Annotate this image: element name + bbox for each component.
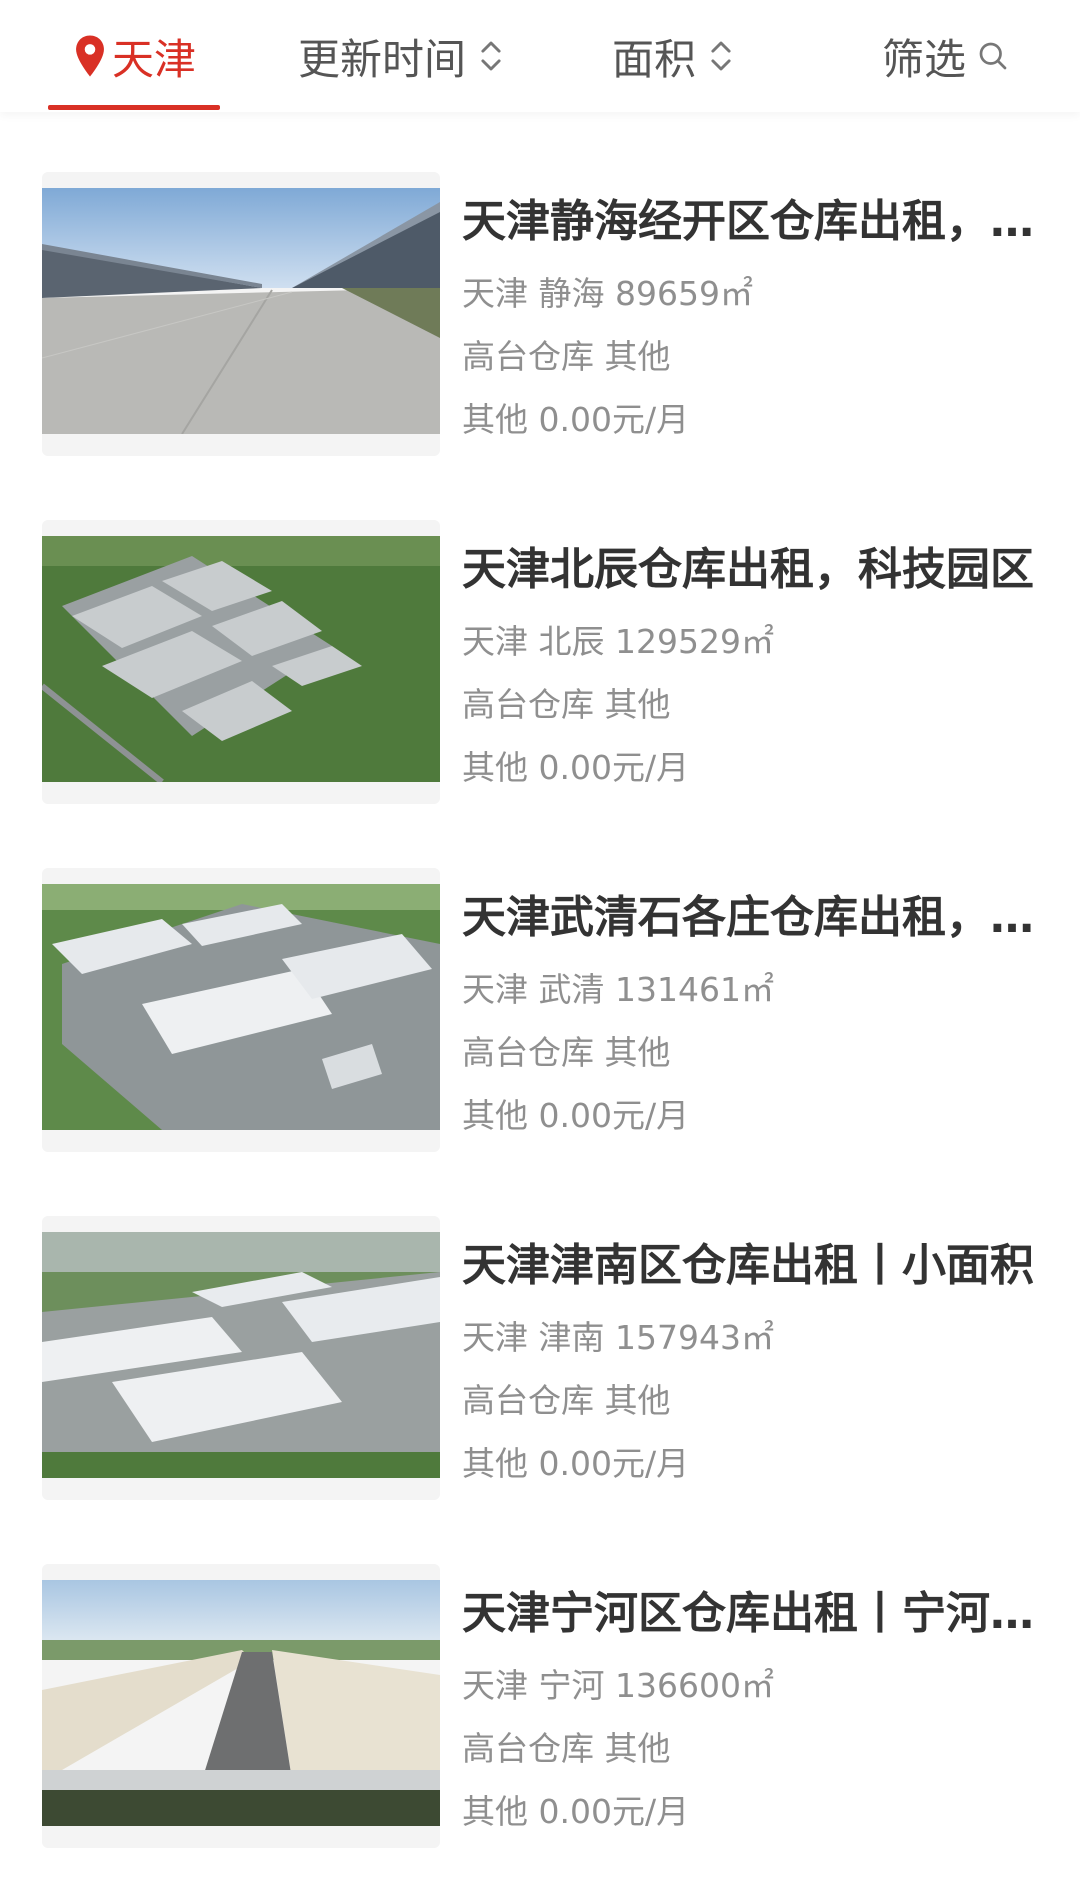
listing-card[interactable]: 天津武清石各庄仓库出租，高标库 天津 武清 131461㎡ 高台仓库 其他 其他… xyxy=(42,868,1042,1152)
listing-title: 天津静海经开区仓库出租，现房 xyxy=(462,196,1042,247)
sort-arrows-icon xyxy=(481,41,501,71)
listing-location-area: 天津 津南 157943㎡ xyxy=(462,1318,774,1357)
listing-type: 高台仓库 其他 xyxy=(462,1033,671,1072)
warehouse-aerial-photo xyxy=(42,520,440,804)
sort-by-update-time-tab[interactable]: 更新时间 xyxy=(298,0,504,112)
listing-price: 其他 0.00元/月 xyxy=(462,1096,690,1135)
listing-card[interactable]: 天津宁河区仓库出租丨宁河物流园 天津 宁河 136600㎡ 高台仓库 其他 其他… xyxy=(42,1564,1042,1848)
search-icon xyxy=(979,42,1007,70)
listing-location-area: 天津 武清 131461㎡ xyxy=(462,970,774,1009)
listing-location-area: 天津 北辰 129529㎡ xyxy=(462,622,774,661)
listing-card[interactable]: 天津北辰仓库出租，科技园区 天津 北辰 129529㎡ 高台仓库 其他 其他 0… xyxy=(42,520,1042,804)
listing-price: 其他 0.00元/月 xyxy=(462,1792,690,1831)
listing-title: 天津宁河区仓库出租丨宁河物流园 xyxy=(462,1588,1042,1639)
filter-tab[interactable]: 筛选 xyxy=(882,0,1008,112)
sort-area-label: 面积 xyxy=(612,34,697,84)
active-tab-underline xyxy=(48,105,220,110)
listing-price: 其他 0.00元/月 xyxy=(462,748,690,787)
warehouse-yard-photo xyxy=(42,172,440,456)
listing-type: 高台仓库 其他 xyxy=(462,1381,671,1420)
filter-label: 筛选 xyxy=(882,34,967,84)
sort-arrows-icon xyxy=(711,41,731,71)
warehouse-aerial-photo xyxy=(42,868,440,1152)
listing-title: 天津津南区仓库出租丨小面积 xyxy=(462,1240,1034,1291)
listing-type: 高台仓库 其他 xyxy=(462,685,671,724)
listing-type: 高台仓库 其他 xyxy=(462,337,671,376)
city-selector-tab[interactable]: 天津 xyxy=(48,0,220,112)
city-label: 天津 xyxy=(111,34,196,84)
location-pin-icon xyxy=(76,35,104,77)
listing-location-area: 天津 静海 89659㎡ xyxy=(462,274,753,313)
listing-card[interactable]: 天津静海经开区仓库出租，现房 天津 静海 89659㎡ 高台仓库 其他 其他 0… xyxy=(42,172,1042,456)
sort-by-area-tab[interactable]: 面积 xyxy=(612,0,734,112)
filter-bar: 天津 更新时间 面积 筛选 xyxy=(0,0,1080,112)
listing-title: 天津武清石各庄仓库出租，高标库 xyxy=(462,892,1042,943)
warehouse-aerial-photo xyxy=(42,1564,440,1848)
listing-price: 其他 0.00元/月 xyxy=(462,1444,690,1483)
listing-location-area: 天津 宁河 136600㎡ xyxy=(462,1666,774,1705)
warehouse-aerial-photo xyxy=(42,1216,440,1500)
listing-type: 高台仓库 其他 xyxy=(462,1729,671,1768)
listing-card[interactable]: 天津津南区仓库出租丨小面积 天津 津南 157943㎡ 高台仓库 其他 其他 0… xyxy=(42,1216,1042,1500)
listing-title: 天津北辰仓库出租，科技园区 xyxy=(462,544,1034,595)
sort-time-label: 更新时间 xyxy=(298,34,467,84)
listing-price: 其他 0.00元/月 xyxy=(462,400,690,439)
